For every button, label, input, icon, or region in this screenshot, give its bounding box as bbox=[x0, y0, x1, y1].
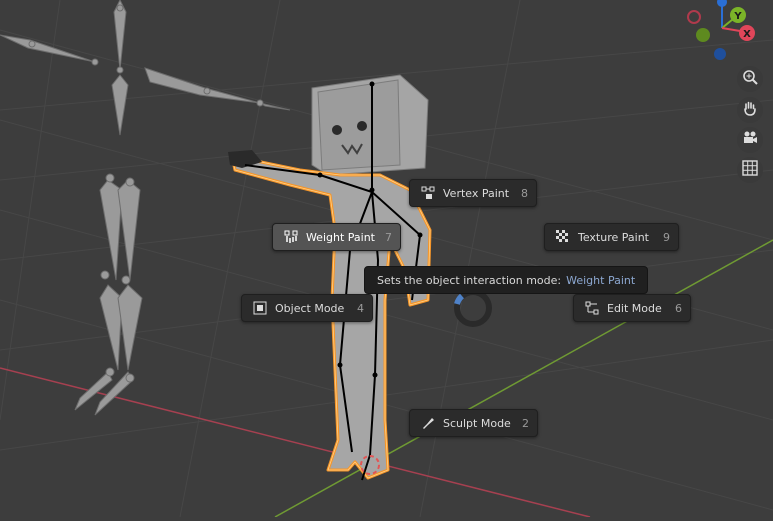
pie-item-label: Texture Paint bbox=[578, 230, 649, 244]
pie-item-object-mode[interactable]: Object Mode 4 bbox=[241, 294, 373, 322]
pie-item-vertex-paint[interactable]: Vertex Paint 8 bbox=[409, 179, 537, 207]
sculpt-mode-icon bbox=[420, 415, 436, 431]
hotkey: 4 bbox=[357, 301, 364, 315]
pie-item-label: Weight Paint bbox=[305, 230, 375, 244]
pie-item-weight-paint[interactable]: Weight Paint 7 bbox=[272, 223, 401, 251]
object-mode-icon bbox=[252, 300, 268, 316]
grid-icon bbox=[742, 160, 758, 180]
armature-bones bbox=[0, 0, 291, 416]
tooltip-text: Sets the object interaction mode: bbox=[377, 273, 562, 287]
neg-y-axis-handle[interactable] bbox=[696, 28, 710, 42]
camera-view-button[interactable] bbox=[737, 127, 763, 153]
camera-icon bbox=[742, 130, 758, 150]
pie-item-edit-mode[interactable]: Edit Mode 6 bbox=[573, 294, 691, 322]
perspective-toggle-button[interactable] bbox=[737, 157, 763, 183]
z-axis-handle[interactable] bbox=[717, 0, 727, 7]
texture-paint-icon bbox=[555, 229, 571, 245]
hotkey: 2 bbox=[522, 416, 529, 430]
navigation-gizmo[interactable]: Y X bbox=[682, 0, 762, 66]
zoom-icon bbox=[742, 69, 758, 89]
edit-mode-icon bbox=[584, 300, 600, 316]
neg-x-axis-handle[interactable] bbox=[687, 10, 701, 24]
weight-paint-icon bbox=[283, 229, 299, 245]
tooltip-value: Weight Paint bbox=[566, 273, 636, 287]
pie-item-label: Vertex Paint bbox=[443, 186, 510, 200]
hotkey: 8 bbox=[521, 186, 528, 200]
pie-item-label: Sculpt Mode bbox=[443, 416, 511, 430]
neg-z-axis-handle[interactable] bbox=[714, 48, 726, 60]
pie-item-label: Object Mode bbox=[275, 301, 345, 315]
hotkey: 7 bbox=[385, 230, 392, 244]
hand-pan-icon bbox=[742, 100, 758, 120]
hotkey: 9 bbox=[663, 230, 670, 244]
vertex-paint-icon bbox=[420, 185, 436, 201]
pie-item-texture-paint[interactable]: Texture Paint 9 bbox=[544, 223, 679, 251]
pie-item-sculpt-mode[interactable]: Sculpt Mode 2 bbox=[409, 409, 538, 437]
pie-item-label: Edit Mode bbox=[607, 301, 662, 315]
hotkey: 6 bbox=[675, 301, 682, 315]
x-axis-label: X bbox=[743, 29, 751, 40]
mode-tooltip: Sets the object interaction mode: Weight… bbox=[364, 266, 649, 294]
zoom-button[interactable] bbox=[737, 66, 763, 92]
3d-viewport[interactable]: Vertex Paint 8 Weight Paint 7 Texture Pa… bbox=[0, 0, 773, 518]
y-axis-label: Y bbox=[733, 11, 742, 22]
pan-button[interactable] bbox=[737, 97, 763, 123]
scene-canvas bbox=[0, 0, 773, 518]
